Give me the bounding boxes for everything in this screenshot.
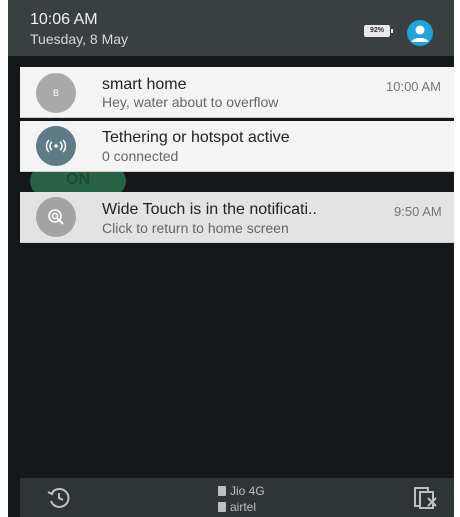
- carrier-1: Jio 4G: [218, 484, 265, 498]
- notification-wide-touch[interactable]: Wide Touch is in the notificati.. Click …: [20, 192, 454, 243]
- carrier-2: airtel: [218, 500, 256, 514]
- shade-header: 10:06 AM Tuesday, 8 May 92%: [8, 0, 454, 56]
- app-letter-icon: B: [36, 73, 76, 113]
- notification-text: Click to return to home screen: [102, 220, 289, 236]
- notification-text: Hey, water about to overflow: [102, 94, 279, 110]
- clear-all-icon[interactable]: [412, 485, 440, 511]
- notification-time: 9:50 AM: [394, 204, 442, 219]
- notification-shade: ON 10:06 AM Tuesday, 8 May 92% B smart h…: [8, 0, 454, 517]
- wide-touch-icon: [36, 197, 76, 237]
- notification-title: Wide Touch is in the notificati..: [102, 201, 317, 218]
- battery-level: 92%: [369, 27, 384, 34]
- notification-hotspot[interactable]: Tethering or hotspot active 0 connected: [20, 121, 454, 172]
- notification-text: 0 connected: [102, 148, 179, 164]
- sim-icon: [218, 502, 226, 512]
- shade-footer: Jio 4G airtel: [20, 478, 454, 517]
- notification-title: smart home: [102, 76, 187, 93]
- history-icon[interactable]: [46, 485, 72, 511]
- app-letter: B: [52, 88, 59, 98]
- background-toggle-label: ON: [66, 171, 90, 188]
- date[interactable]: Tuesday, 8 May: [30, 31, 128, 47]
- sim-icon: [218, 486, 226, 496]
- notification-time: 10:00 AM: [386, 79, 441, 94]
- battery-icon: 92%: [364, 25, 393, 37]
- clock: 10:06 AM: [30, 11, 98, 28]
- carrier-2-label: airtel: [230, 500, 257, 514]
- carrier-1-label: Jio 4G: [230, 484, 265, 498]
- notification-title: Tethering or hotspot active: [102, 129, 290, 146]
- notification-smart-home[interactable]: B smart home Hey, water about to overflo…: [20, 67, 454, 118]
- hotspot-icon: [36, 126, 76, 166]
- user-avatar-icon[interactable]: [407, 20, 433, 46]
